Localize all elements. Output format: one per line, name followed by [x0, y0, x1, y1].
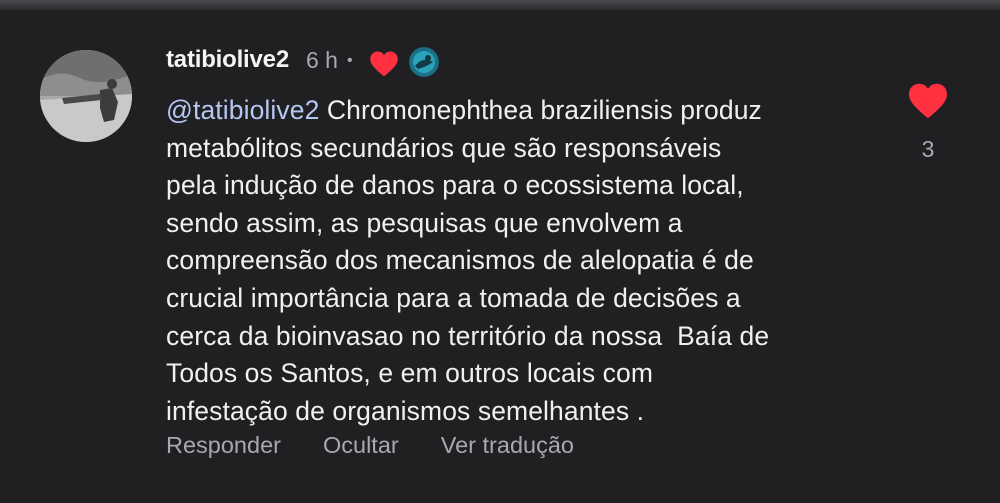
comment-header: tatibiolive2 6 h • — [166, 42, 439, 78]
comment-container: tatibiolive2 6 h • @tatibiolive2 Chromon… — [0, 0, 1000, 503]
comment-line: Todos os Santos, e em outros locais com — [166, 358, 654, 389]
heart-icon — [909, 83, 947, 119]
comment-line: metabólitos secundários que são responsá… — [166, 132, 722, 163]
like-button[interactable] — [907, 82, 949, 120]
profile-photo-icon — [40, 50, 132, 142]
comment-line: cerca da bioinvasao no território da nos… — [166, 320, 770, 351]
author-avatar-icon — [408, 47, 439, 77]
translate-button[interactable]: Ver tradução — [441, 432, 574, 459]
hide-button[interactable]: Ocultar — [323, 432, 399, 459]
reply-button[interactable]: Responder — [166, 432, 281, 459]
comment-time: 6 h — [305, 46, 338, 73]
avatar[interactable] — [40, 50, 132, 142]
mention-link[interactable]: @tatibiolive2 — [166, 95, 319, 125]
comment-line: pela indução de danos para o ecossistema… — [166, 170, 744, 201]
comment-line: @tatibiolive2 Chromonephthea braziliensi… — [166, 92, 896, 130]
comment-line-text: Chromonephthea braziliensis produz — [319, 95, 762, 125]
top-divider — [0, 0, 1000, 10]
comment-line: compreensão dos mecanismos de alelopatia… — [166, 245, 754, 276]
heart-icon — [369, 50, 399, 78]
comment-line: sendo assim, as pesquisas que envolvem a — [166, 207, 683, 238]
like-count[interactable]: 3 — [900, 136, 956, 163]
username-link[interactable]: tatibiolive2 — [166, 46, 289, 74]
comment-text: @tatibiolive2 Chromonephthea braziliensi… — [166, 92, 896, 430]
comment-line: infestação de organismos semelhantes . — [166, 395, 645, 426]
comment-line: crucial importância para a tomada de dec… — [166, 282, 741, 313]
comment-actions: Responder Ocultar Ver tradução — [166, 432, 574, 459]
separator-dot: • — [346, 52, 353, 69]
liked-by-author-heart-icon — [369, 51, 398, 77]
